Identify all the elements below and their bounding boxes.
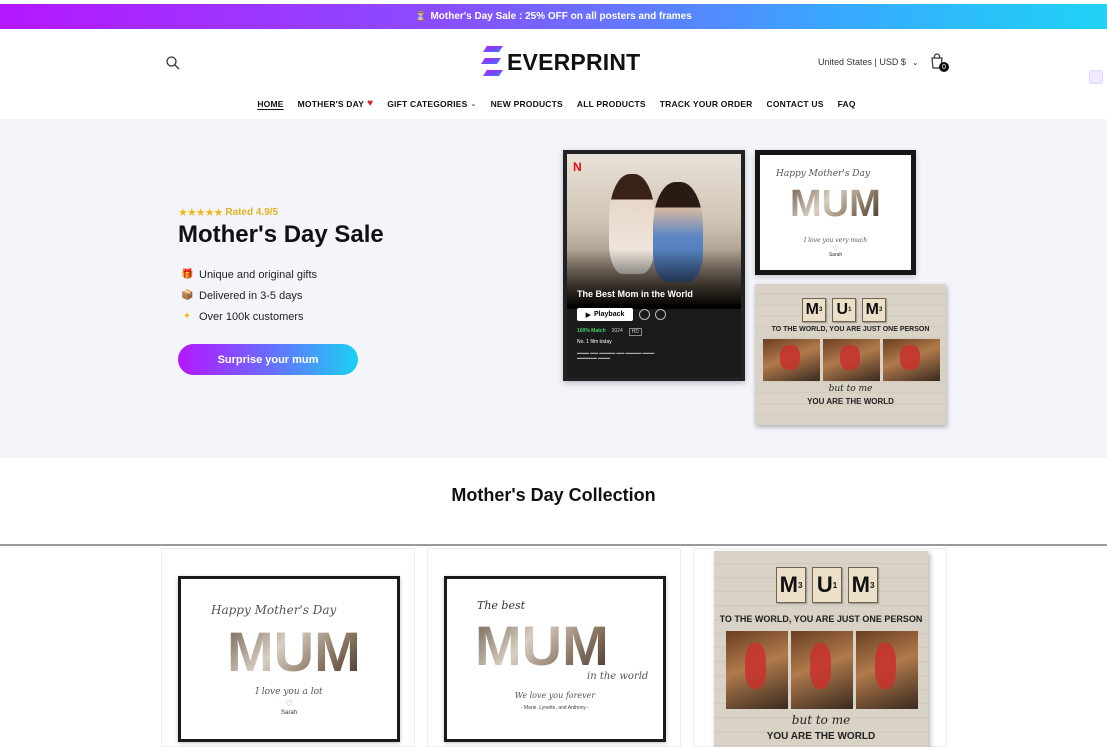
photo-collage	[726, 631, 918, 709]
product-card[interactable]: The best MUM in the world We love you fo…	[427, 548, 681, 747]
nav-faq[interactable]: FAQ	[838, 98, 856, 109]
poster-title: The Best Mom in the World	[577, 289, 693, 299]
rating-text: Rated 4.9/5	[225, 207, 279, 218]
hourglass-icon: ⏳	[415, 11, 427, 21]
benefit-list: 🎁 Unique and original gifts 📦 Delivered in…	[181, 264, 317, 327]
mum-photo-letters: MUM	[227, 620, 361, 683]
nav-mothers-day[interactable]: MOTHER'S DAY ♥	[298, 98, 374, 109]
nav-home[interactable]: HOME	[257, 98, 283, 109]
photo-collage	[763, 339, 940, 381]
logo-text: EVERPRINT	[507, 48, 641, 75]
main-nav: HOME MOTHER'S DAY ♥ GIFT CATEGORIES ⌄ NEW …	[0, 98, 1107, 109]
nav-track-order[interactable]: TRACK YOUR ORDER	[660, 98, 753, 109]
cart-count-badge: 0	[939, 62, 949, 72]
announcement-text: Mother's Day Sale : 25% OFF on all poste…	[430, 11, 692, 22]
nav-contact-us[interactable]: CONTACT US	[767, 98, 824, 109]
add-icon	[639, 309, 650, 320]
netflix-style-poster-image[interactable]: N The Best Mom in the World ▶ Playback 10…	[563, 150, 745, 381]
hero-section: ★★★★★ Rated 4.9/5 Mother's Day Sale 🎁 Uni…	[0, 119, 1107, 458]
nav-gift-categories[interactable]: GIFT CATEGORIES ⌄	[387, 98, 476, 109]
heart-icon: ♡	[285, 699, 293, 708]
cart-button[interactable]: 0	[930, 53, 949, 73]
product-card[interactable]: Happy Mother's Day MUM I love you a lot …	[161, 548, 415, 747]
heart-icon: ♡	[832, 246, 839, 252]
product-image[interactable]: The best MUM in the world We love you fo…	[444, 576, 666, 742]
hero-title: Mother's Day Sale	[178, 221, 384, 248]
chevron-down-icon: ⌄	[911, 57, 919, 67]
gift-icon: 🎁	[181, 269, 194, 280]
nav-new-products[interactable]: NEW PRODUCTS	[491, 98, 563, 109]
letter-tiles: M3 U1 M3	[776, 567, 878, 603]
letter-tiles: M3 U1 M3	[802, 298, 886, 322]
product-card[interactable]: M3 U1 M3 TO THE WORLD, YOU ARE JUST ONE …	[693, 548, 947, 747]
chevron-down-icon: ⌄	[470, 100, 477, 108]
rating: ★★★★★ Rated 4.9/5	[178, 206, 278, 219]
poster-top-badge: No. 1 film today	[577, 339, 612, 345]
sparkle-icon: ✦	[182, 311, 192, 322]
heart-icon: ♥	[367, 98, 374, 109]
nav-all-products[interactable]: ALL PRODUCTS	[577, 98, 646, 109]
thumbs-up-icon	[655, 309, 666, 320]
surprise-your-mum-button[interactable]: Surprise your mum	[178, 344, 358, 375]
logo-mark-icon	[481, 46, 503, 76]
announcement-bar: ⏳ Mother's Day Sale : 25% OFF on all pos…	[0, 4, 1107, 29]
product-image[interactable]: M3 U1 M3 TO THE WORLD, YOU ARE JUST ONE …	[714, 551, 928, 747]
star-rating-icon: ★★★★★	[178, 207, 223, 219]
wood-canvas-image[interactable]: M3 U1 M3 TO THE WORLD, YOU ARE JUST ONE …	[755, 284, 946, 425]
chat-widget-icon[interactable]	[1089, 70, 1103, 84]
mum-poster-image[interactable]: Happy Mother's Day MUM I love you very m…	[755, 150, 916, 275]
box-icon: 📦	[181, 290, 194, 301]
site-header: EVERPRINT United States | USD $ ⌄ 0 HOME…	[0, 29, 1107, 119]
product-image[interactable]: Happy Mother's Day MUM I love you a lot …	[178, 576, 400, 742]
site-logo[interactable]: EVERPRINT	[481, 43, 640, 81]
section-divider	[0, 544, 1107, 546]
mum-photo-letters: MUM	[790, 183, 881, 225]
netflix-logo-icon: N	[573, 160, 582, 174]
collection-title: Mother's Day Collection	[451, 485, 656, 505]
mum-photo-letters: MUM	[475, 614, 609, 677]
currency-selector[interactable]: United States | USD $ ⌄	[818, 57, 919, 67]
poster-description: ▬▬▬ ▬▬ ▬▬▬▬ ▬▬ ▬▬▬▬ ▬▬▬ ▬▬▬▬▬ ▬▬▬	[577, 350, 655, 360]
play-button: ▶ Playback	[577, 308, 633, 321]
play-icon: ▶	[585, 311, 592, 319]
benefit-item: 🎁 Unique and original gifts	[181, 268, 318, 281]
benefit-item: 📦 Delivered in 3-5 days	[181, 289, 303, 302]
search-icon[interactable]	[165, 55, 181, 71]
benefit-item: ✦ Over 100k customers	[182, 310, 304, 323]
poster-meta: 100% Match 2024 HD	[577, 328, 642, 336]
currency-label: United States | USD $	[818, 57, 906, 67]
